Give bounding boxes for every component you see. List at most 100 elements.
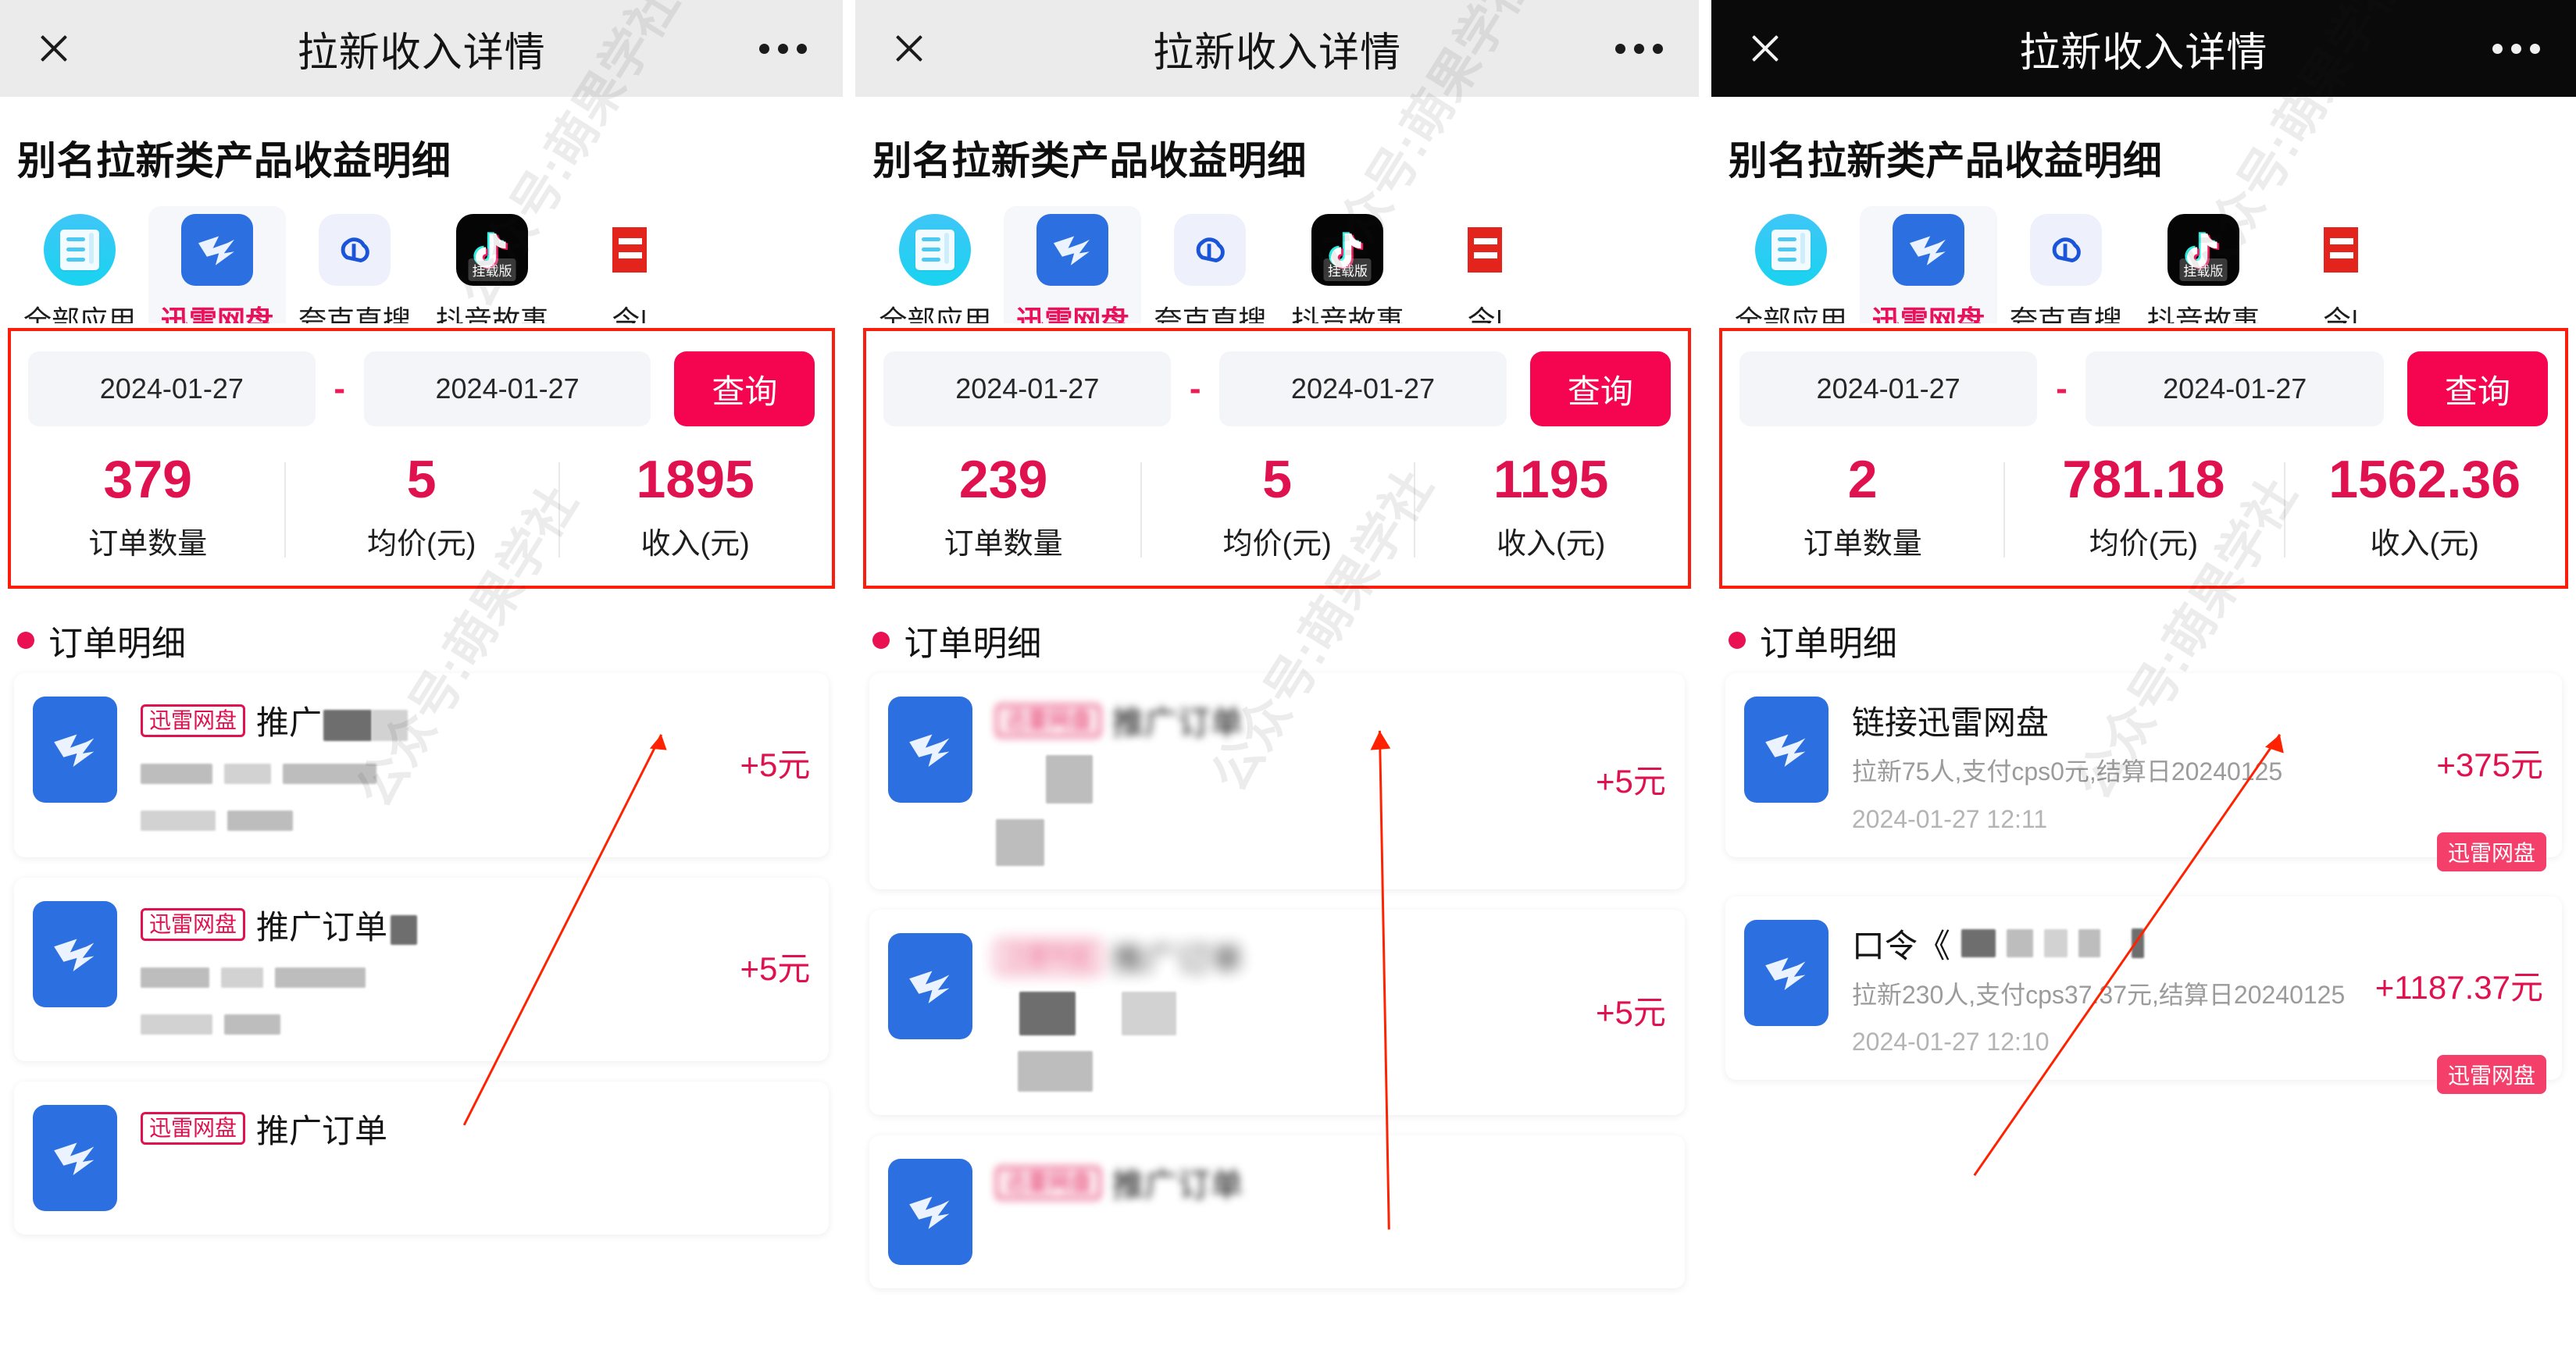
app-tab-xunlei[interactable]: 迅雷网盘: [1859, 206, 1997, 323]
app-tab-toutiao[interactable]: 今|: [2272, 206, 2410, 323]
app-tab-xunlei[interactable]: 迅雷网盘: [1004, 206, 1142, 323]
app-tab-strip[interactable]: 全部应用 迅雷网盘 夸克直搜 挂载版 抖音故事 今|: [1711, 186, 2576, 323]
end-date-input[interactable]: 2024-01-27: [363, 351, 651, 426]
page-title: 别名拉新类产品收益明细: [872, 139, 1307, 183]
order-list-item[interactable]: 迅雷网盘 推广 +5元: [14, 673, 830, 857]
query-button[interactable]: 查询: [2407, 351, 2548, 426]
stat-orders: 239 订单数量: [866, 451, 1140, 562]
app-tab-label: 全部应用: [879, 305, 992, 323]
all-apps-icon: [1754, 214, 1827, 286]
app-tab-toutiao[interactable]: 今|: [1416, 206, 1554, 323]
xunlei-pan-icon: [1892, 214, 1964, 286]
start-date-input[interactable]: 2024-01-27: [28, 351, 316, 426]
section-title: 订单明细: [904, 625, 1042, 664]
app-tab-label: 迅雷网盘: [1871, 305, 1985, 323]
end-date-input[interactable]: 2024-01-27: [2085, 351, 2384, 426]
app-tab-quark[interactable]: 夸克直搜: [286, 206, 423, 323]
app-tab-strip[interactable]: 全部应用 迅雷网盘 夸克直搜 挂载版 抖音故事 今|: [855, 186, 1698, 323]
stat-orders: 379 订单数量: [11, 451, 284, 562]
order-amount: +5元: [740, 950, 811, 987]
panel-1: 公众号:萌果学社 公众号:萌果学社 拉新收入详情 别名拉新类产品收益明细 全部应…: [0, 0, 844, 1354]
more-dots-icon[interactable]: [2492, 43, 2540, 54]
app-tab-douyin[interactable]: 挂载版 抖音故事: [1279, 206, 1416, 323]
order-title: 链接迅雷网盘: [1851, 704, 2049, 742]
close-icon[interactable]: [1747, 30, 1783, 66]
order-amount: +375元: [2436, 746, 2543, 783]
app-tab-label: 夸克直搜: [2009, 305, 2122, 323]
order-list-item[interactable]: 迅雷网盘 推广订单 +5元: [869, 910, 1685, 1116]
app-tab-all[interactable]: 全部应用: [866, 206, 1004, 323]
section-bullet-icon: [872, 632, 890, 650]
toutiao-icon: [1449, 214, 1522, 286]
order-time: [141, 805, 618, 834]
app-tab-douyin[interactable]: 挂载版 抖音故事: [2135, 206, 2272, 323]
orders-section-header: 订单明细: [0, 589, 843, 673]
date-filter-row: 2024-01-27 - 2024-01-27 查询: [11, 331, 832, 434]
app-tab-label: 抖音故事: [2146, 305, 2260, 323]
quark-search-icon: [2029, 214, 2102, 286]
all-apps-icon: [899, 214, 972, 286]
order-subtitle: 拉新230人,支付cps37.37元,结算日20240125: [1851, 980, 2346, 1009]
query-button[interactable]: 查询: [674, 351, 815, 426]
douyin-version-badge: 挂载版: [1323, 258, 1372, 281]
app-tab-xunlei[interactable]: 迅雷网盘: [148, 206, 286, 323]
start-date-input[interactable]: 2024-01-27: [883, 351, 1172, 426]
douyin-story-icon: 挂载版: [456, 214, 528, 286]
close-icon[interactable]: [891, 30, 927, 66]
stat-label: 收入(元): [2370, 528, 2479, 561]
order-body: 迅雷网盘 推广: [117, 697, 630, 833]
end-date-input[interactable]: 2024-01-27: [1219, 351, 1507, 426]
stat-value: 379: [103, 450, 192, 509]
start-date-input[interactable]: 2024-01-27: [1739, 351, 2038, 426]
stats-row: 379 订单数量 5 均价(元) 1895 收入(元): [11, 434, 832, 586]
app-tab-quark[interactable]: 夸克直搜: [1997, 206, 2135, 323]
order-amount: +5元: [1595, 762, 1666, 800]
panel-2: 公众号:萌果学社 公众号:萌果学社 拉新收入详情 别名拉新类产品收益明细 全部应…: [855, 0, 1699, 1354]
close-icon[interactable]: [36, 30, 72, 66]
order-body: 链接迅雷网盘 拉新75人,支付cps0元,结算日20240125 2024-01…: [1829, 697, 2364, 833]
query-button[interactable]: 查询: [1529, 351, 1671, 426]
order-tag: 迅雷网盘: [996, 1166, 1101, 1199]
stat-value: 1195: [1493, 450, 1609, 509]
order-time: 2024-01-27 12:11: [1851, 804, 2048, 833]
order-list: 链接迅雷网盘 拉新75人,支付cps0元,结算日20240125 2024-01…: [1711, 673, 2576, 1094]
highlight-box: 2024-01-27 - 2024-01-27 查询 2 订单数量 781.18…: [1718, 328, 2568, 590]
more-dots-icon[interactable]: [1614, 43, 1663, 54]
order-list-item[interactable]: 迅雷网盘 推广订单 +5元: [869, 673, 1685, 890]
xunlei-pan-icon: [1036, 214, 1109, 286]
order-body: 迅雷网盘 推广订单: [972, 1159, 1665, 1206]
xunlei-pan-icon: [888, 1159, 973, 1266]
app-tab-douyin[interactable]: 挂载版 抖音故事: [423, 206, 561, 323]
three-panel-comparison: 公众号:萌果学社 公众号:萌果学社 拉新收入详情 别名拉新类产品收益明细 全部应…: [0, 0, 2576, 1354]
order-subtitle: [996, 992, 1473, 1036]
order-tag: 迅雷网盘: [141, 908, 246, 942]
app-tab-quark[interactable]: 夸克直搜: [1141, 206, 1279, 323]
stats-row: 2 订单数量 781.18 均价(元) 1562.36 收入(元): [1722, 434, 2565, 586]
quark-search-icon: [319, 214, 391, 286]
xunlei-pan-icon: [33, 900, 117, 1007]
order-title: 推广订单: [256, 1112, 388, 1149]
more-dots-icon[interactable]: [759, 43, 808, 54]
order-list-item[interactable]: 迅雷网盘 推广订单 +5元: [14, 877, 830, 1061]
app-tab-toutiao[interactable]: 今|: [561, 206, 698, 323]
order-tag: 迅雷网盘: [996, 704, 1101, 737]
order-title: 推广订单: [1111, 1167, 1243, 1204]
order-list-item[interactable]: 迅雷网盘 推广订单: [869, 1135, 1685, 1289]
order-list-item[interactable]: 链接迅雷网盘 拉新75人,支付cps0元,结算日20240125 2024-01…: [1725, 673, 2562, 871]
navbar: 拉新收入详情: [0, 0, 844, 97]
highlight-box: 2024-01-27 - 2024-01-27 查询 379 订单数量 5 均价…: [8, 328, 836, 590]
order-tag: 迅雷网盘: [141, 704, 246, 737]
stat-value: 239: [958, 450, 1048, 509]
section-title: 订单明细: [48, 625, 186, 664]
highlight-box: 2024-01-27 - 2024-01-27 查询 239 订单数量 5 均价…: [863, 328, 1691, 590]
order-list-item[interactable]: 口令《 拉新230人,支付cps37.37元,结算日20240125 2024-…: [1725, 896, 2562, 1094]
orders-section-header: 订单明细: [1711, 589, 2576, 673]
order-subtitle: [141, 960, 618, 993]
app-tab-all[interactable]: 全部应用: [11, 206, 148, 323]
toutiao-icon: [594, 214, 665, 286]
panel-divider: [843, 0, 856, 1354]
order-list-item[interactable]: 迅雷网盘 推广订单: [14, 1081, 830, 1235]
app-tab-strip[interactable]: 全部应用 迅雷网盘 夸克直搜 挂载版 抖音故事 今|: [0, 186, 843, 323]
app-tab-all[interactable]: 全部应用: [1722, 206, 1860, 323]
douyin-version-badge: 挂载版: [2179, 258, 2228, 281]
